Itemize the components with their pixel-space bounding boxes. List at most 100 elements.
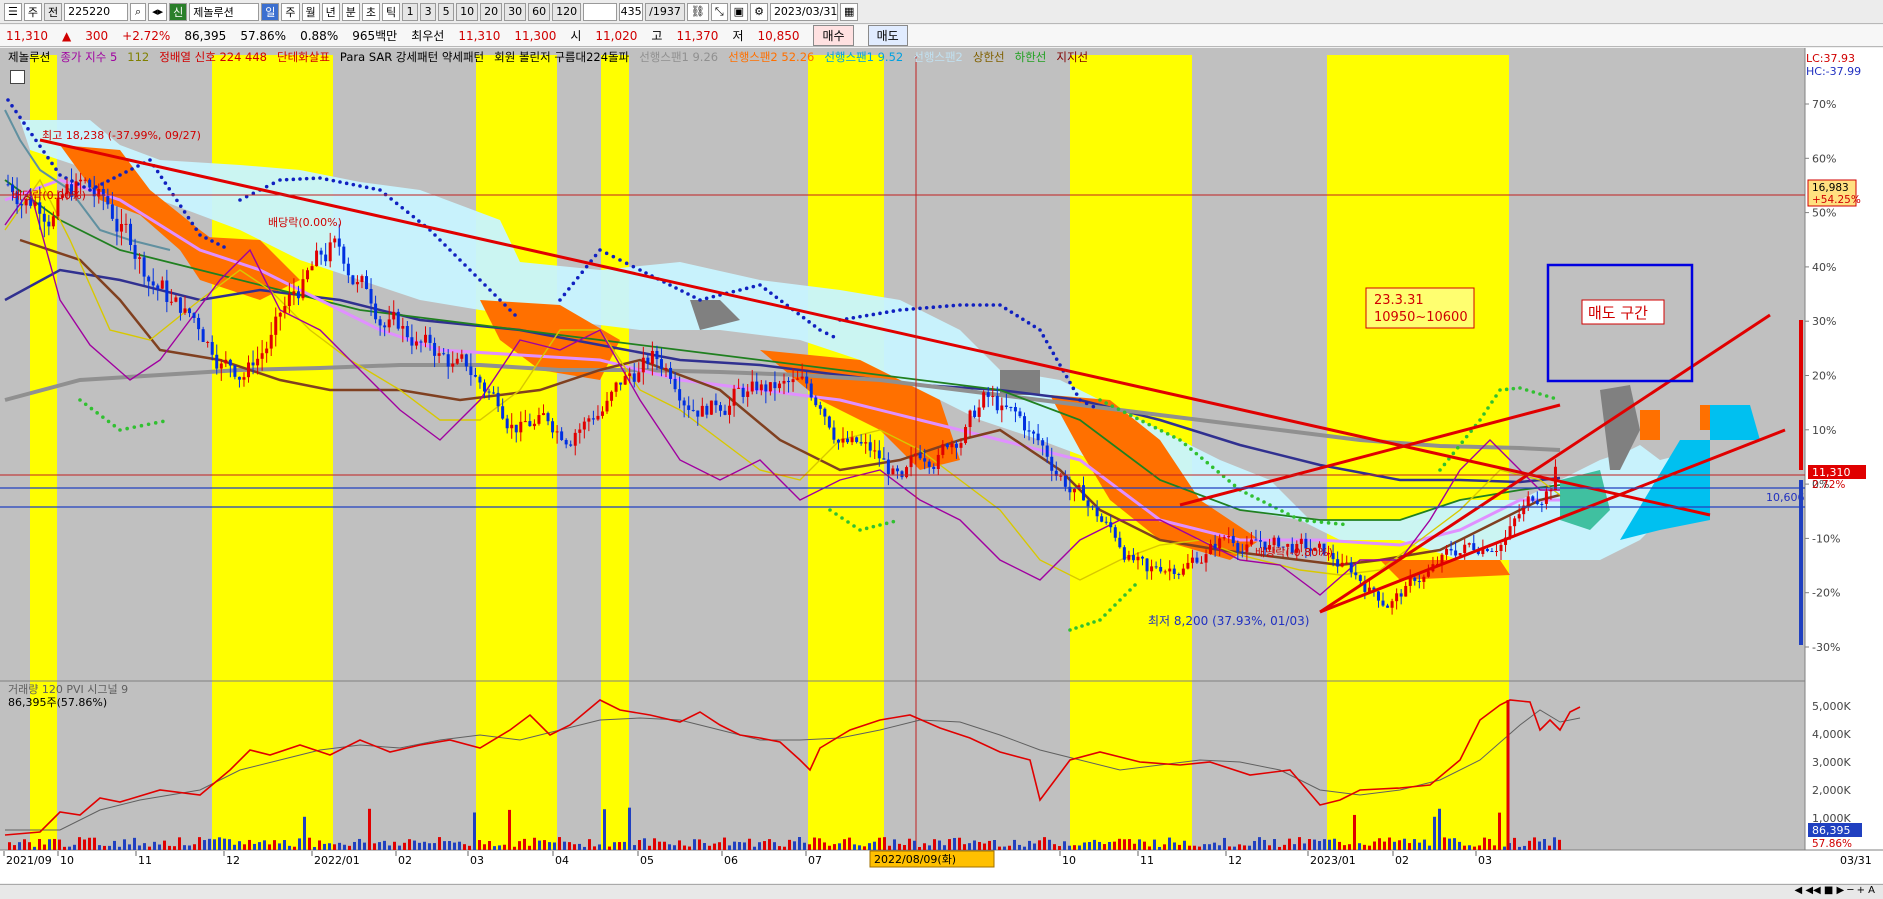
sar-dot [1128,413,1133,418]
volume-bar [843,839,846,850]
volume-bar [998,846,1001,850]
chart-type-icon[interactable]: ⤡ [710,2,728,21]
num-1[interactable]: 1 [402,2,419,21]
volume: 86,395 [184,28,227,43]
num-20[interactable]: 20 [480,2,503,21]
zoom-controls[interactable]: ◀ ◀◀ ■ ▶ ─ + A [1794,885,1875,896]
sar-dot [1478,418,1482,422]
legend-item[interactable]: Para SAR 강세패턴 약세패턴 [340,49,484,65]
sar-dot [1178,438,1182,442]
legend-item[interactable]: 112 [127,50,149,64]
volume-bar [153,841,156,850]
menu-icon[interactable]: ☰ [4,2,22,21]
sar-dot [1280,509,1284,513]
sar-dot [1544,394,1549,398]
sar-dot [394,201,399,206]
volume-bar [683,845,686,850]
link-icon[interactable]: ⛓ [686,2,709,21]
code-input[interactable]: 225220 [64,2,129,21]
num-60[interactable]: 60 [528,2,551,21]
x-tick-label: 03 [1478,854,1492,867]
interval-tick[interactable]: 틱 [382,2,401,21]
settings-icon[interactable]: ⚙ [750,2,768,21]
buy-button[interactable]: 매수 [813,25,854,46]
save-icon[interactable]: ▣ [729,2,749,21]
sar-dot [851,315,856,320]
legend-item[interactable]: 종가 지수 5 [60,49,117,65]
sar-dot [1333,521,1338,526]
count-input[interactable]: 435 [619,2,644,21]
vol-cur-pct: 57.86% [1812,838,1852,850]
interval-month[interactable]: 월 [301,2,320,21]
sar-dot [198,233,202,237]
num-5[interactable]: 5 [438,2,455,21]
x-tick-label: 12 [226,854,240,867]
volume-bar [678,840,681,850]
candle-body [346,263,350,276]
interval-day[interactable]: 일 [261,2,280,21]
stock-name-field[interactable]: 제놀루션 [189,2,260,21]
volume-bar [1293,844,1296,850]
legend-item[interactable]: 단테화살표 [277,49,330,65]
search-icon[interactable]: ⌕ [130,2,147,21]
sell-button[interactable]: 매도 [867,25,908,46]
interval-year[interactable]: 년 [321,2,340,21]
candle-body [614,382,618,392]
volume-bar [973,840,976,850]
interval-second[interactable]: 초 [361,2,381,21]
volume-bar [563,841,566,850]
legend-item[interactable]: 하한선 [1015,49,1047,65]
volume-bar [1448,838,1451,850]
sar-dot [291,177,296,182]
legend-item[interactable]: 선행스팬2 52.26 [728,49,814,65]
mode-label[interactable]: 전 [44,2,63,21]
candle-body [360,276,364,283]
volume-bar [1498,812,1501,850]
volume-bar [408,839,411,850]
custom-num-input[interactable] [583,2,618,21]
legend-item[interactable]: 상한선 [973,49,1005,65]
candle-body [737,387,741,389]
volume-bar [1038,840,1041,850]
sar-dot [118,173,122,177]
calendar-icon[interactable]: ▦ [839,2,859,21]
candle-body [864,442,868,444]
num-120[interactable]: 120 [552,2,582,21]
volume-bar [628,807,631,850]
candle-body [269,334,273,349]
period-select[interactable]: 주 [23,2,42,21]
legend-item[interactable]: 선행스팬1 9.26 [639,49,718,65]
volume-bar [358,838,361,850]
date-input[interactable]: 2023/03/31 [769,2,838,21]
candle-body [510,424,514,429]
sar-dot [878,311,882,316]
legend-item[interactable]: 선행스팬2 [913,49,963,65]
candle-body [355,282,359,285]
sar-dot [433,233,437,237]
interval-week[interactable]: 주 [281,2,300,21]
volume-bar [1523,845,1526,850]
volume-bar [428,843,431,850]
chart-area[interactable]: 최고 18,238 (-37.99%, 09/27) 배당락(0.00%) 배당… [0,48,1883,883]
volume-bar [798,837,801,850]
sar-dot [604,251,609,256]
candle-body [800,376,804,379]
num-10[interactable]: 10 [456,2,479,21]
sar-dot [1524,388,1529,392]
panel-toggle-icon[interactable] [10,70,25,84]
interval-minute[interactable]: 분 [341,2,360,21]
num-30[interactable]: 30 [504,2,527,21]
candle-body [1063,475,1067,487]
legend-item[interactable]: 제놀루션 [8,49,50,65]
num-3[interactable]: 3 [420,2,437,21]
volume-bar [1103,844,1106,850]
price-chart[interactable]: 최고 18,238 (-37.99%, 09/27) 배당락(0.00%) 배당… [0,48,1883,883]
candle-body [278,312,282,317]
candle-body [369,288,373,304]
legend-item[interactable]: 정배열 신호 224 448 [159,49,267,65]
prev-next-icon[interactable]: ◂▸ [148,2,168,21]
legend-item[interactable]: 선행스팬1 9.52 [824,49,903,65]
legend-item[interactable]: 회원 볼린저 구름대224돌파 [494,49,629,65]
legend-item[interactable]: 지지선 [1056,49,1088,65]
candle-body [1199,562,1203,564]
